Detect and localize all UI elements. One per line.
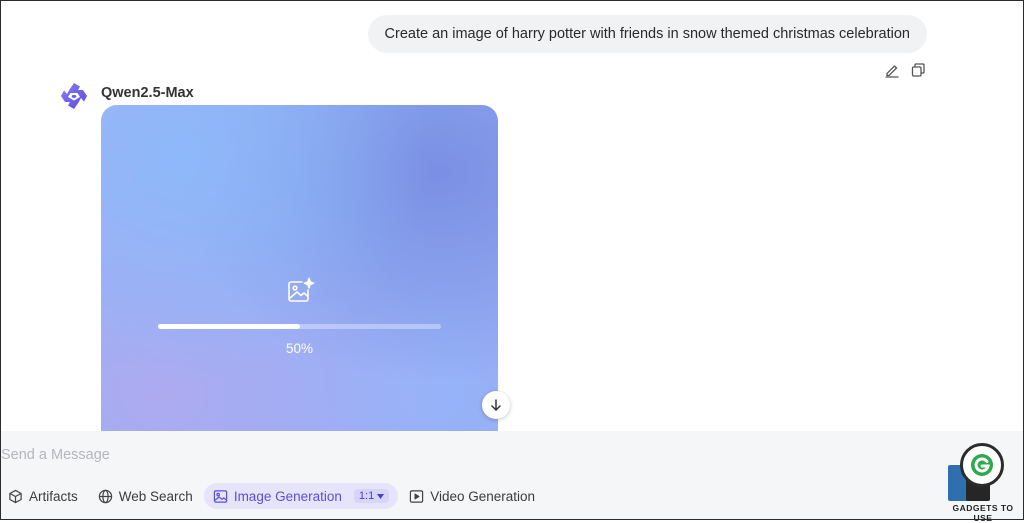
model-name: Qwen2.5-Max bbox=[101, 85, 194, 101]
image-generation-card: 50% bbox=[101, 105, 498, 431]
cube-icon bbox=[9, 489, 22, 503]
globe-icon bbox=[98, 489, 112, 503]
aspect-ratio-value: 1:1 bbox=[358, 490, 375, 502]
watermark-logo: GADGETS TO USE bbox=[946, 443, 1020, 523]
image-sparkle-icon bbox=[288, 277, 315, 302]
web-search-label: Web Search bbox=[118, 488, 193, 504]
message-actions bbox=[883, 61, 927, 79]
chat-area: Create an image of harry potter with fri… bbox=[1, 1, 1023, 431]
message-input[interactable] bbox=[1, 441, 901, 469]
copy-icon bbox=[911, 63, 925, 77]
qwen-logo-icon bbox=[61, 83, 87, 109]
video-generation-button[interactable]: Video Generation bbox=[400, 483, 544, 509]
g-letter-icon bbox=[971, 454, 993, 476]
copy-message-button[interactable] bbox=[909, 61, 927, 79]
user-message-bubble: Create an image of harry potter with fri… bbox=[367, 15, 927, 53]
message-composer: Artifacts Web Search Image Generation 1:… bbox=[1, 431, 1023, 519]
image-icon bbox=[213, 489, 228, 503]
generation-progress-label: 50% bbox=[285, 341, 314, 356]
generation-progress-bar bbox=[158, 324, 441, 329]
pencil-icon bbox=[885, 65, 899, 78]
image-generation-label: Image Generation bbox=[233, 488, 342, 504]
composer-toolbar: Artifacts Web Search Image Generation 1:… bbox=[1, 483, 546, 509]
image-generation-button[interactable]: Image Generation 1:1 bbox=[203, 483, 399, 509]
user-message-text: Create an image of harry potter with fri… bbox=[384, 26, 910, 42]
watermark-text: GADGETS TO USE bbox=[952, 503, 1014, 523]
play-square-icon bbox=[409, 489, 424, 503]
artifacts-label: Artifacts bbox=[29, 488, 78, 504]
watermark-g-icon bbox=[960, 443, 1004, 487]
web-search-button[interactable]: Web Search bbox=[89, 483, 202, 509]
artifacts-button[interactable]: Artifacts bbox=[1, 483, 87, 509]
scroll-to-bottom-button[interactable] bbox=[482, 391, 510, 419]
edit-message-button[interactable] bbox=[883, 61, 901, 79]
generation-progress-fill bbox=[158, 324, 300, 329]
caret-down-icon bbox=[377, 493, 385, 499]
aspect-ratio-dropdown[interactable]: 1:1 bbox=[353, 489, 390, 503]
video-generation-label: Video Generation bbox=[430, 488, 536, 504]
arrow-down-icon bbox=[491, 399, 501, 411]
